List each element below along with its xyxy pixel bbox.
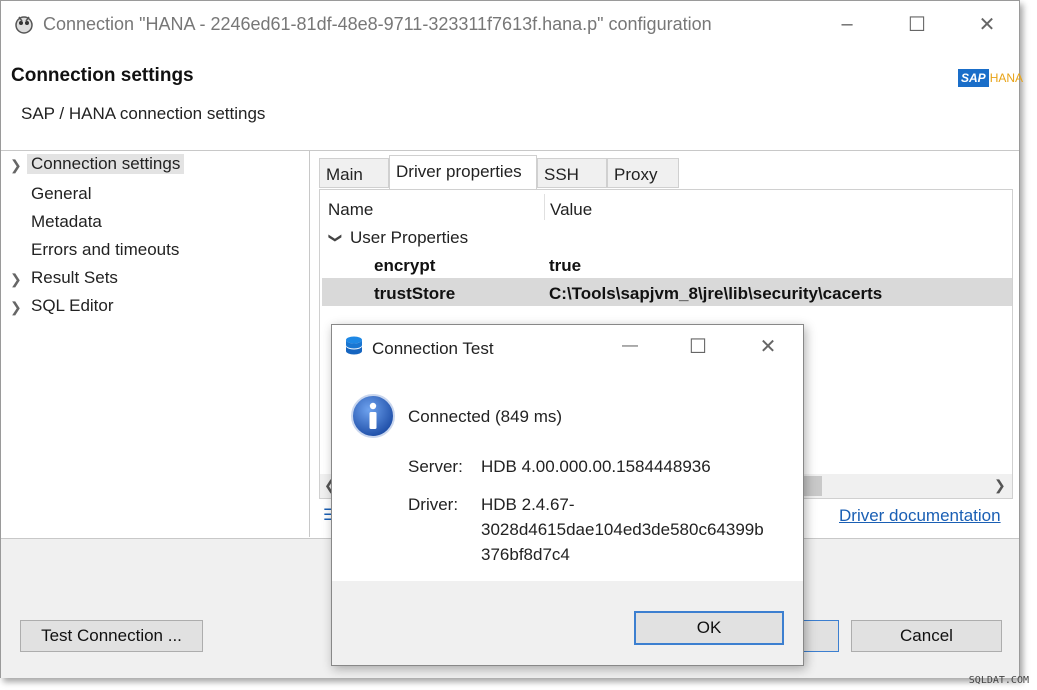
title-bar[interactable]: Connection "HANA - 2246ed61-81df-48e8-97…	[1, 1, 1019, 47]
property-name[interactable]: encrypt	[374, 256, 435, 276]
database-icon	[344, 335, 364, 364]
cancel-button[interactable]: Cancel	[851, 620, 1002, 652]
column-header-name[interactable]: Name	[328, 200, 373, 220]
page-title: Connection settings	[11, 65, 194, 86]
tab-main[interactable]: Main	[319, 158, 389, 188]
property-value[interactable]: true	[549, 256, 581, 276]
column-divider	[544, 194, 545, 220]
close-button[interactable]: ✕	[967, 7, 1007, 41]
column-header-value[interactable]: Value	[550, 200, 592, 220]
tree-item-general[interactable]: General	[31, 184, 91, 204]
group-user-properties[interactable]: User Properties	[350, 228, 468, 248]
watermark: SQLDAT.COM	[968, 675, 1029, 686]
minimize-button[interactable]: –	[827, 7, 867, 41]
server-value: HDB 4.00.000.00.1584448936	[481, 457, 711, 476]
property-value[interactable]: C:\Tools\sapjvm_8\jre\lib\security\cacer…	[549, 284, 882, 304]
property-name[interactable]: trustStore	[374, 284, 455, 304]
tree-item-sql-editor[interactable]: SQL Editor	[31, 296, 114, 316]
driver-value-line3: 376bf8d7c4	[481, 545, 570, 564]
dialog-title: Connection Test	[372, 339, 494, 358]
dialog-minimize-button[interactable]: —	[610, 329, 650, 363]
dialog-title-bar[interactable]: Connection Test — ☐ ✕	[332, 325, 803, 369]
chevron-right-icon[interactable]: ❯	[10, 157, 22, 174]
tree-item-result-sets[interactable]: Result Sets	[31, 268, 118, 288]
ok-button[interactable]: OK	[634, 611, 784, 645]
server-label: Server:	[408, 457, 463, 476]
settings-tree: ❯ Connection settings General Metadata E…	[1, 151, 310, 537]
sap-hana-logo: SAP HANA	[958, 69, 1023, 87]
connection-result-message: Connected (849 ms)	[408, 407, 563, 426]
dialog-close-button[interactable]: ✕	[748, 329, 788, 363]
maximize-button[interactable]: ☐	[897, 7, 937, 41]
connection-test-dialog: Connection Test — ☐ ✕ Connected (849 ms)…	[331, 324, 804, 666]
chevron-right-icon[interactable]: ❯	[10, 299, 22, 316]
hana-logo-text: HANA	[989, 71, 1024, 85]
dialog-maximize-button[interactable]: ☐	[678, 329, 718, 363]
dialog-body: Connected (849 ms) Server: HDB 4.00.000.…	[332, 369, 803, 581]
driver-value-line2: 3028d4615dae104ed3de580c64399b	[481, 520, 764, 539]
page-subtitle: SAP / HANA connection settings	[21, 104, 266, 123]
chevron-right-icon[interactable]: ❯	[10, 271, 22, 288]
tree-item-errors-timeouts[interactable]: Errors and timeouts	[31, 240, 179, 260]
scroll-right-icon[interactable]: ❯	[994, 477, 1006, 494]
driver-value-line1: HDB 2.4.67-	[481, 495, 575, 514]
chevron-down-icon[interactable]: ❯	[327, 233, 343, 244]
test-connection-button[interactable]: Test Connection ...	[20, 620, 203, 652]
tree-item-connection-settings[interactable]: Connection settings	[27, 154, 185, 174]
tab-proxy[interactable]: Proxy	[607, 158, 679, 188]
app-icon	[13, 13, 35, 40]
tree-item-metadata[interactable]: Metadata	[31, 212, 102, 232]
window-title: Connection "HANA - 2246ed61-81df-48e8-97…	[43, 14, 712, 34]
tab-ssh[interactable]: SSH	[537, 158, 607, 188]
tab-driver-properties[interactable]: Driver properties	[389, 155, 537, 189]
driver-documentation-link[interactable]: Driver documentation	[839, 506, 1001, 526]
info-icon	[350, 393, 396, 444]
driver-label: Driver:	[408, 495, 459, 514]
sap-logo-text: SAP	[958, 69, 989, 87]
